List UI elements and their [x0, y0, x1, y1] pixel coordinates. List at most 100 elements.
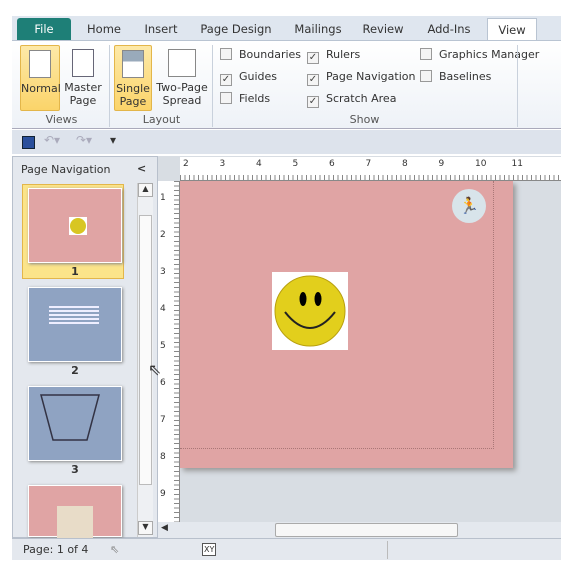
checkbox-box[interactable] [220, 48, 232, 60]
ruler-tick-label: 8 [160, 452, 166, 462]
page-label: Page [119, 95, 147, 108]
checkbox-box[interactable] [420, 48, 432, 60]
page-thumbnail-1[interactable] [28, 188, 122, 263]
ruler-tick-label: 2 [160, 230, 166, 240]
horizontal-scrollbar[interactable]: ◀ [158, 522, 561, 538]
checkbox-fields[interactable]: Fields [220, 91, 270, 107]
publication-page[interactable]: 🏃 [180, 181, 513, 468]
pointer-icon: ⇖ [110, 543, 120, 556]
redo-icon[interactable]: ↷▾ [76, 133, 92, 147]
smiley-image[interactable] [272, 272, 348, 350]
ribbon: Normal Master Page Views Single Page Two… [12, 40, 561, 129]
ruler-tick-label: 9 [160, 489, 166, 499]
checkbox-box[interactable]: ✓ [307, 52, 319, 64]
normal-page-icon [29, 50, 51, 78]
save-icon[interactable] [22, 136, 35, 149]
quick-access-toolbar: ↶▾ ↷▾ ▾ [12, 130, 561, 154]
checkbox-box[interactable] [220, 92, 232, 104]
running-figure-clipart[interactable]: 🏃 [452, 189, 486, 223]
checkbox-label: Rulers [326, 48, 361, 61]
ruler-tick-label: 2 [183, 159, 189, 169]
status-bar: Page: 1 of 4 ⇖ XY [12, 538, 561, 560]
checkbox-box[interactable]: ✓ [307, 74, 319, 86]
customize-toolbar-icon[interactable]: ▾ [110, 133, 116, 147]
show-group-label: Show [349, 113, 380, 126]
ruler-tick-label: 9 [438, 159, 445, 169]
page-thumbnail-4[interactable] [28, 485, 122, 538]
checkbox-page-navigation[interactable]: ✓ Page Navigation [307, 69, 416, 86]
scroll-thumb[interactable] [139, 215, 152, 485]
scroll-down-button[interactable]: ▼ [138, 521, 153, 535]
divider [517, 45, 518, 127]
ruler-tick-label: 3 [219, 159, 226, 169]
checkbox-rulers[interactable]: ✓ Rulers [307, 47, 361, 64]
ruler-tick-label: 7 [365, 159, 372, 169]
scroll-up-button[interactable]: ▲ [138, 183, 153, 197]
normal-view-button[interactable]: Normal [20, 45, 61, 111]
single-label: Single [116, 82, 150, 95]
divider [109, 45, 110, 127]
tab-home[interactable]: Home [80, 18, 128, 41]
two-page-spread-icon [168, 49, 196, 77]
page-thumbnail-3[interactable] [28, 386, 122, 461]
trapezoid-shape [40, 394, 100, 441]
vertical-ruler[interactable]: 1 2 3 4 5 6 7 8 9 [158, 181, 180, 522]
checkbox-label: Page Navigation [326, 70, 416, 83]
tab-mailings[interactable]: Mailings [287, 18, 349, 41]
checkbox-guides[interactable]: ✓ Guides [220, 69, 278, 86]
smiley-face-icon [274, 275, 346, 347]
two-page-spread-button[interactable]: Two-Page Spread [155, 45, 209, 111]
checkbox-label: Fields [239, 92, 271, 105]
spread-label: Spread [162, 94, 202, 107]
page-thumbnail-2[interactable] [28, 287, 122, 362]
page-number-1: 1 [71, 265, 79, 278]
tab-review[interactable]: Review [356, 18, 410, 41]
ruler-tick-label: 4 [160, 304, 166, 314]
checkbox-label: Guides [239, 70, 278, 83]
two-page-label: Two-Page [156, 81, 208, 94]
ruler-tick-label: 5 [160, 341, 166, 351]
text-block [49, 306, 99, 326]
tab-add-ins[interactable]: Add-Ins [418, 18, 480, 41]
tab-view[interactable]: View [487, 18, 537, 41]
tab-file[interactable]: File [17, 18, 71, 41]
master-page-icon [72, 49, 94, 77]
tab-page-design[interactable]: Page Design [197, 18, 275, 41]
ruler-tick-label: 8 [402, 159, 408, 169]
ruler-tick-label: 3 [160, 267, 166, 277]
undo-icon[interactable]: ↶▾ [44, 133, 60, 147]
ruler-tick-label: 4 [256, 159, 262, 169]
single-page-button[interactable]: Single Page [114, 45, 152, 111]
checkbox-label: Scratch Area [326, 92, 397, 105]
scroll-left-button[interactable]: ◀ [161, 523, 168, 533]
checkbox-graphics-manager[interactable]: Graphics Manager [420, 47, 539, 63]
checkbox-baselines[interactable]: Baselines [420, 69, 491, 85]
checkbox-label: Boundaries [239, 48, 302, 61]
stamp-image [57, 506, 93, 538]
smiley-icon [70, 218, 86, 234]
checkbox-box[interactable]: ✓ [307, 96, 319, 108]
ruler-tick-label: 7 [160, 415, 166, 425]
checkbox-boundaries[interactable]: Boundaries [220, 47, 301, 63]
checkbox-box[interactable]: ✓ [220, 74, 232, 86]
collapse-nav-button[interactable]: < [137, 162, 146, 175]
master-label: Master [64, 81, 102, 94]
ruler-tick-label: 11 [511, 159, 523, 169]
checkbox-scratch-area[interactable]: ✓ Scratch Area [307, 91, 397, 108]
checkbox-box[interactable] [420, 70, 432, 82]
normal-label: Normal [21, 82, 61, 95]
ruler-tick-label: 1 [160, 193, 166, 203]
ruler-tick-label: 6 [329, 159, 335, 169]
mouse-cursor-icon: ⇖ [148, 360, 162, 379]
ribbon-tabs: File Home Insert Page Design Mailings Re… [12, 16, 561, 41]
views-group-label: Views [45, 113, 78, 126]
tab-insert[interactable]: Insert [136, 18, 186, 41]
hscroll-thumb[interactable] [275, 523, 458, 537]
master-page-button[interactable]: Master Page [63, 45, 103, 111]
ruler-tick-label: 5 [292, 159, 299, 169]
page-count-status[interactable]: Page: 1 of 4 [23, 539, 88, 561]
xy-position-icon[interactable]: XY [202, 543, 217, 556]
page-label: Page [69, 94, 97, 107]
horizontal-ruler[interactable]: 2 3 4 5 6 7 8 9 10 11 [180, 157, 561, 181]
layout-group-label: Layout [142, 113, 181, 126]
